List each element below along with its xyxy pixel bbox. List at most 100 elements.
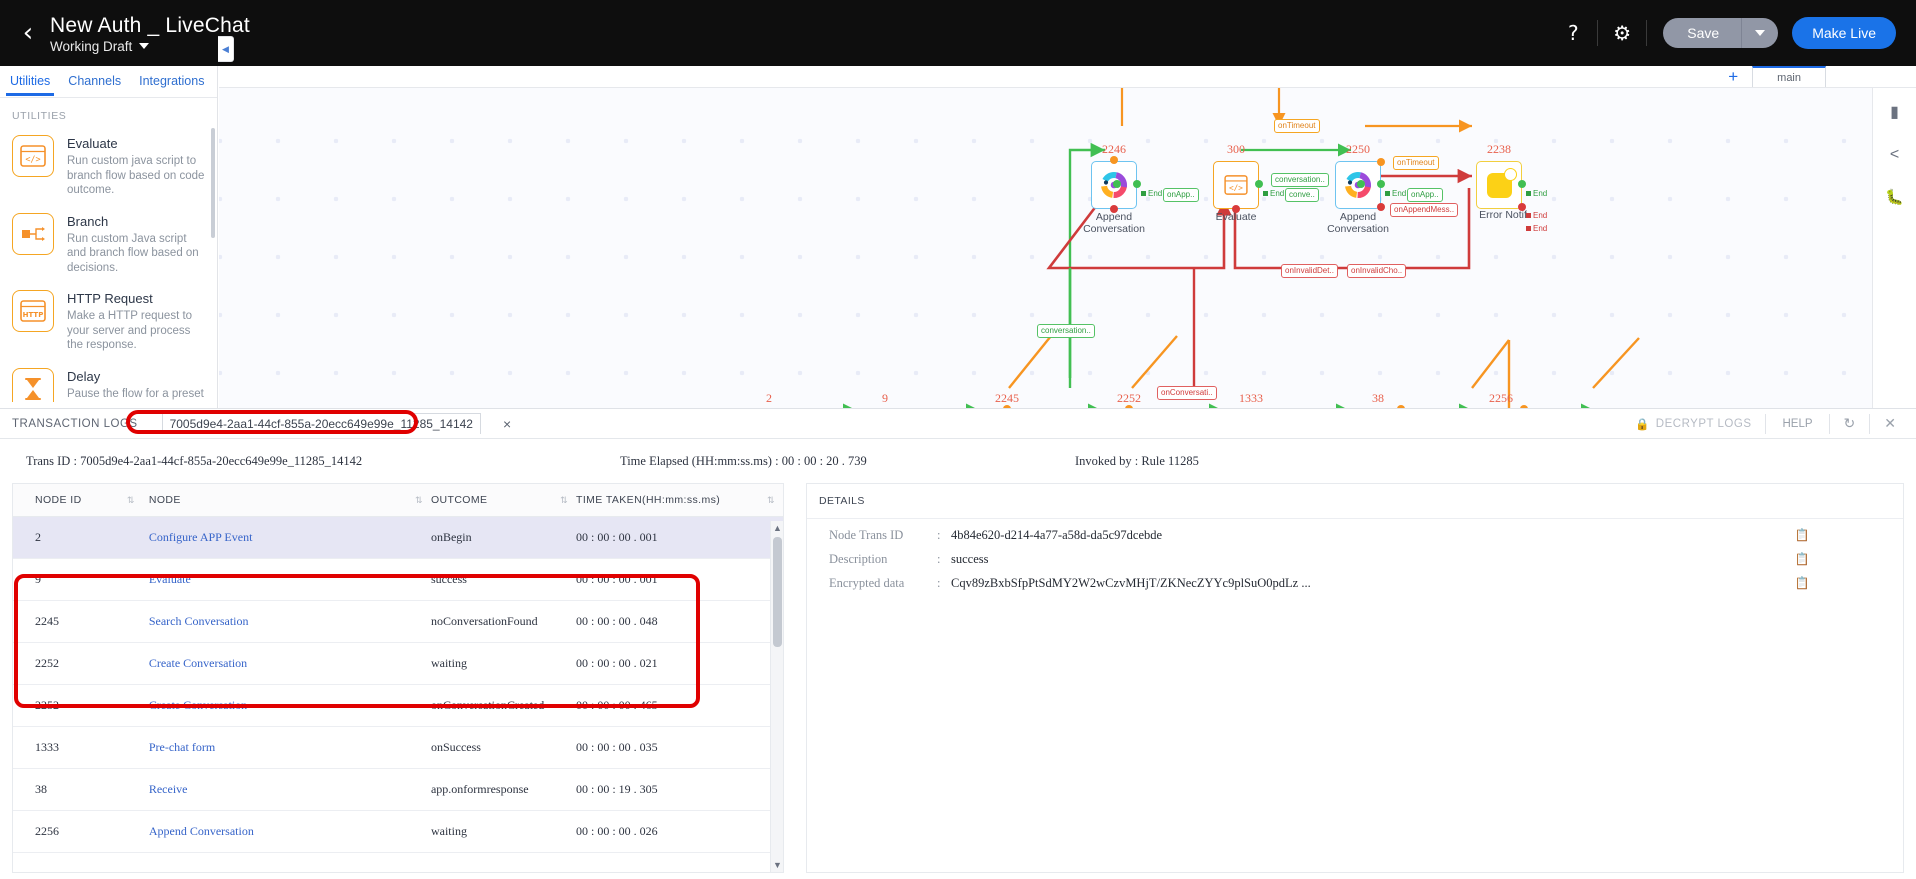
node-port-bottom[interactable]: [1518, 203, 1526, 211]
chevron-down-icon[interactable]: ▼: [773, 860, 782, 870]
cell-node[interactable]: Search Conversation: [142, 600, 431, 643]
time-elapsed-meta: Time Elapsed (HH:mm:ss.ms) : 00 : 00 : 2…: [620, 454, 1075, 469]
utility-name: HTTP Request: [67, 291, 153, 306]
node-port-inner[interactable]: [1113, 180, 1121, 188]
save-button[interactable]: Save: [1663, 18, 1743, 48]
edge-label: conversation..: [1271, 173, 1329, 187]
table-row[interactable]: 2256 Append Conversation waiting 00 : 00 : …: [13, 810, 783, 853]
cell-time-taken: 00 : 00 : 00 . 021: [576, 642, 783, 685]
flow-node-2238[interactable]: 2238 Error Notif End End End: [1476, 142, 1547, 233]
utility-item-branch[interactable]: Branch Run custom Java script and branch…: [0, 208, 217, 286]
table-scrollbar[interactable]: ▲ ▼: [770, 521, 783, 872]
utility-name: Branch: [67, 213, 109, 229]
utility-text: Evaluate Run custom java script to branc…: [67, 135, 207, 198]
table-row[interactable]: 2245 Search Conversation noConversationFou…: [13, 600, 783, 643]
node-id: 9: [882, 391, 888, 405]
edge-label: onConversati..: [1157, 386, 1217, 400]
node-port-bottom[interactable]: [1232, 205, 1240, 213]
node-port-top[interactable]: [1110, 156, 1118, 164]
table-header-row: NODE ID ⇅ NODE ⇅ OUTCOME ⇅ TIME TAKEN(HH:mm…: [13, 484, 783, 517]
refresh-icon[interactable]: ↻: [1830, 415, 1870, 432]
cell-node[interactable]: Configure APP Event: [142, 516, 431, 559]
draft-label: Working Draft: [50, 38, 133, 54]
node-port-right[interactable]: [1518, 180, 1526, 188]
chevron-up-icon[interactable]: ▲: [773, 523, 782, 533]
cell-node[interactable]: Evaluate: [142, 558, 431, 601]
cell-node[interactable]: Pre-chat form: [142, 726, 431, 769]
back-button[interactable]: ‹: [8, 20, 48, 46]
transaction-logs-table-wrapper: NODE ID ⇅ NODE ⇅ OUTCOME ⇅ TIME TAKEN(HH:mm…: [12, 483, 784, 873]
detail-row: Encrypted data: Cqv89zBxbSfpPtSdMY2W2wCzv…: [807, 567, 1903, 591]
tab-utilities[interactable]: Utilities: [5, 68, 55, 96]
sidebar-scrollbar[interactable]: [211, 128, 215, 238]
details-title: DETAILS: [807, 484, 1903, 519]
copy-icon[interactable]: 📋: [1787, 576, 1817, 591]
copy-icon[interactable]: 📋: [1787, 552, 1817, 567]
table-row[interactable]: 2 Configure APP Event onBegin 00 : 00 : 00 …: [13, 516, 783, 559]
table-row[interactable]: 38 Receive app.onformresponse 00 : 00 : 19 …: [13, 768, 783, 811]
node-port-bottom[interactable]: [1110, 205, 1118, 213]
close-icon[interactable]: ×: [503, 416, 511, 432]
sort-icon[interactable]: ⇅: [127, 495, 135, 506]
edge-label: onInvalidCho..: [1347, 264, 1407, 278]
node-box[interactable]: </>: [1213, 161, 1259, 209]
utility-desc: Make a HTTP request to your server and p…: [67, 310, 193, 351]
bug-icon[interactable]: 🐛: [1885, 188, 1904, 206]
node-port-bottom[interactable]: [1377, 203, 1385, 211]
close-panel-icon[interactable]: ✕: [1870, 415, 1910, 432]
column-header-time-taken[interactable]: TIME TAKEN(HH:mm:ss.ms) ⇅: [576, 484, 783, 517]
decrypt-logs-button[interactable]: 🔒 DECRYPT LOGS: [1621, 417, 1766, 431]
cell-node[interactable]: Receive: [142, 768, 431, 811]
make-live-button[interactable]: Make Live: [1792, 17, 1896, 49]
flow-node-300[interactable]: 300 </> Evaluate End conve.. conversatio…: [1213, 142, 1329, 223]
cell-node[interactable]: Append Conversation: [142, 810, 431, 853]
sort-icon[interactable]: ⇅: [767, 495, 775, 506]
utility-item-http-request[interactable]: HTTP HTTP Request Make a HTTP request to…: [0, 285, 217, 363]
utility-item-evaluate[interactable]: </> Evaluate Run custom java script to b…: [0, 130, 217, 208]
node-port-top[interactable]: [1377, 158, 1385, 166]
sort-icon[interactable]: ⇅: [415, 495, 423, 506]
flow-node-2250[interactable]: 2250 Append Conversation End onApp.. onT…: [1327, 142, 1459, 235]
table-row[interactable]: 2252 Create Conversation waiting 00 : 00 : …: [13, 642, 783, 685]
sort-icon[interactable]: ⇅: [560, 495, 568, 506]
flow-node-2246[interactable]: 2246 Append Conversation End onApp..: [1083, 142, 1199, 235]
node-port-inner[interactable]: [1357, 180, 1365, 188]
column-header-outcome[interactable]: OUTCOME ⇅: [430, 484, 577, 517]
flow-edges: [842, 88, 1640, 408]
panel-collapse-button[interactable]: ◀: [218, 36, 234, 62]
gear-icon[interactable]: ⚙: [1598, 21, 1646, 45]
left-panel: Utilities Channels Integrations ⚲ UTILIT…: [0, 66, 234, 408]
cell-node[interactable]: Create Conversation: [142, 642, 431, 685]
save-dropdown-button[interactable]: [1742, 18, 1779, 48]
copy-icon[interactable]: 📋: [1787, 528, 1817, 543]
utility-item-delay[interactable]: Delay Pause the flow for a preset durati…: [0, 363, 217, 402]
table-row[interactable]: 9 Evaluate success 00 : 00 : 00 . 001: [13, 558, 783, 601]
table-row[interactable]: 2252 Create Conversation onConversationCre…: [13, 684, 783, 727]
column-header-node-id[interactable]: NODE ID ⇅: [13, 484, 143, 517]
tab-channels[interactable]: Channels: [66, 68, 123, 95]
add-tab-button[interactable]: +: [1728, 68, 1738, 85]
cell-node[interactable]: Create Conversation: [142, 684, 431, 727]
canvas-tab-main[interactable]: main: [1752, 66, 1826, 87]
note-icon[interactable]: ▮: [1890, 102, 1899, 122]
node-port-right[interactable]: [1133, 180, 1141, 188]
cell-outcome: noConversationFound: [430, 600, 577, 643]
table-row[interactable]: 1333 Pre-chat form onSuccess 00 : 00 : 00 .…: [13, 726, 783, 769]
node-id: 2245: [995, 391, 1019, 405]
share-icon[interactable]: <: [1890, 146, 1899, 164]
help-button[interactable]: HELP: [1766, 418, 1828, 430]
tab-integrations[interactable]: Integrations: [137, 68, 206, 95]
edge-label: onApp..: [1163, 188, 1199, 202]
transaction-tab-chip[interactable]: 7005d9e4-2aa1-44cf-855a-20ecc649e99e_112…: [161, 413, 481, 434]
edge-label: onApp..: [1407, 188, 1443, 202]
canvas-tab-bar: + main: [219, 66, 1916, 88]
flow-canvas[interactable]: 2246 Append Conversation End onApp.. 300…: [219, 66, 1916, 408]
cell-node-id: 9: [13, 558, 143, 601]
details-panel: DETAILS Node Trans ID:4b84e620-d214-4a77…: [806, 483, 1904, 873]
node-box[interactable]: [1476, 161, 1522, 209]
node-port-right[interactable]: [1377, 180, 1385, 188]
table-scroll-thumb[interactable]: [773, 537, 782, 647]
node-port-right[interactable]: [1255, 180, 1263, 188]
help-icon[interactable]: ?: [1549, 21, 1597, 45]
column-header-node[interactable]: NODE ⇅: [142, 484, 431, 517]
